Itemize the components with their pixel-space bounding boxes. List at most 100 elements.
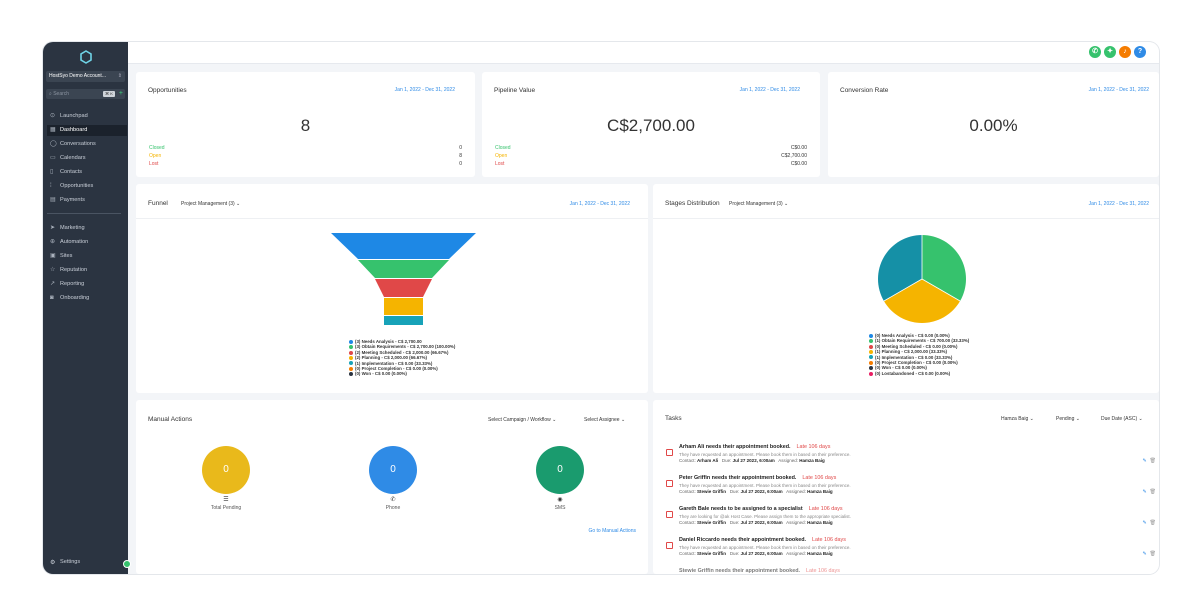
date-range-link[interactable]: Jan 1, 2022 - Dec 31, 2022 [395, 87, 455, 93]
phone-count[interactable]: 0 [369, 446, 417, 494]
sidebar-item-onboarding[interactable]: ◙ Onboarding [47, 293, 127, 304]
sidebar-item-marketing[interactable]: ➤ Marketing [47, 223, 127, 234]
date-range-link[interactable]: Jan 1, 2022 - Dec 31, 2022 [1089, 87, 1149, 93]
pipeline-select[interactable]: Project Management (3) ⌄ [729, 201, 788, 207]
sidebar-item-sites[interactable]: ▣ Sites [47, 251, 127, 262]
task-user-filter[interactable]: Hamza Baig ⌄ [1001, 416, 1034, 422]
task-description: They have requested an appointment. Plea… [679, 483, 851, 488]
sidebar-item-settings[interactable]: ⚙ Settings [47, 559, 80, 566]
account-switcher[interactable]: HostSyo Demo Account... ⇕ [46, 71, 125, 82]
phone-icon: ✆ [390, 497, 396, 503]
trash-icon[interactable]: 🗑 [1150, 489, 1156, 495]
task-title-text: Gareth Bale needs to be assigned to a sp… [679, 506, 803, 512]
task-assignee: Hamza Baig [807, 520, 833, 525]
stat-label: Closed [495, 145, 511, 151]
sidebar-item-label: Conversations [60, 141, 96, 147]
task-title-text: Stewie Griffin needs their appointment b… [679, 568, 801, 574]
total-pending-count[interactable]: 0 [202, 446, 250, 494]
sidebar-item-automation[interactable]: ⊕ Automation [47, 237, 127, 248]
task-title[interactable]: Gareth Bale needs to be assigned to a sp… [679, 506, 843, 512]
pipeline-select-value: Project Management (3) [729, 201, 783, 207]
trash-icon[interactable]: 🗑 [1150, 520, 1156, 526]
task-contact: Stewie Griffin [697, 551, 727, 556]
task-sort-select[interactable]: Due Date (ASC) ⌄ [1101, 416, 1143, 422]
sidebar-item-reputation[interactable]: ☆ Reputation [47, 265, 127, 276]
legend-swatch [869, 355, 873, 360]
notification-bell-icon[interactable]: ♪ [1119, 46, 1131, 58]
stat-closed: Closed C$0.00 [495, 145, 807, 151]
phone-label: Phone [385, 505, 401, 511]
task-title[interactable]: Daniel Riccardo needs their appointment … [679, 537, 846, 543]
pipeline-select[interactable]: Project Management (3) ⌄ [181, 201, 240, 207]
automation-icon: ⊕ [50, 239, 56, 245]
opportunities-count: 8 [300, 116, 311, 135]
help-icon[interactable]: ? [1134, 46, 1146, 58]
sidebar-item-launchpad[interactable]: ⊙ Launchpad [47, 111, 127, 122]
conversion-rate-card: Conversion Rate Jan 1, 2022 - Dec 31, 20… [828, 72, 1159, 177]
task-title[interactable]: Peter Griffin needs their appointment bo… [679, 475, 836, 481]
search-shortcut: ⌘ K [103, 91, 115, 97]
legend-label: (0) Meeting Scheduled - C$ 0.00 (0.00%) [875, 343, 958, 349]
card-title: Pipeline Value [494, 87, 536, 94]
task-description: They have requested an appointment. Plea… [679, 452, 851, 457]
sidebar-item-label: Sites [60, 253, 73, 259]
trash-icon[interactable]: 🗑 [1150, 551, 1156, 557]
task-description: They have requested an appointment. Plea… [679, 545, 851, 550]
account-name: HostSyo Demo Account... [49, 73, 106, 79]
sms-count[interactable]: 0 [536, 446, 584, 494]
assignee-select[interactable]: Select Assignee ⌄ [584, 417, 625, 423]
date-range-link[interactable]: Jan 1, 2022 - Dec 31, 2022 [1089, 201, 1149, 207]
date-range-link[interactable]: Jan 1, 2022 - Dec 31, 2022 [740, 87, 800, 93]
legend-swatch [349, 372, 353, 377]
task-user-filter-value: Hamza Baig [1001, 416, 1029, 422]
sidebar-item-payments[interactable]: ▤ Payments [47, 195, 127, 206]
due-label: Due: [729, 520, 740, 525]
task-checkbox[interactable] [666, 480, 673, 487]
edit-icon[interactable]: ✎ [1142, 520, 1146, 526]
edit-icon[interactable]: ✎ [1142, 458, 1146, 464]
date-range-link[interactable]: Jan 1, 2022 - Dec 31, 2022 [570, 201, 630, 207]
search-input[interactable]: ⌕ Search ⌘ K + [46, 89, 125, 99]
sidebar-item-reporting[interactable]: ↗ Reporting [47, 279, 127, 290]
search-placeholder: Search [53, 91, 70, 97]
quick-add-icon[interactable]: + [119, 89, 123, 99]
onboarding-icon: ◙ [50, 295, 54, 301]
legend-swatch [869, 339, 873, 344]
stages-pie-chart [878, 235, 966, 323]
campaign-select[interactable]: Select Campaign / Workflow ⌄ [488, 417, 556, 423]
task-late-badge: Late 106 days [802, 475, 837, 481]
trash-icon[interactable]: 🗑 [1150, 458, 1156, 464]
funnel-stage-meeting-scheduled [375, 279, 432, 297]
legend-swatch [349, 339, 353, 344]
edit-icon[interactable]: ✎ [1142, 551, 1146, 557]
funnel-stage-planning [384, 298, 423, 315]
sidebar-item-calendars[interactable]: ▭ Calendars [47, 153, 127, 164]
chevron-down-icon: ⌄ [1075, 416, 1080, 422]
task-checkbox[interactable] [666, 511, 673, 518]
chart-icon: ↗ [50, 281, 56, 287]
legend-label: (3) Needs Analysis - C$ 2,700.00 [355, 339, 422, 344]
sidebar-item-dashboard[interactable]: ▦ Dashboard [47, 125, 127, 136]
stat-open: Open C$2,700.00 [495, 153, 807, 159]
megaphone-icon[interactable]: ✦ [1104, 46, 1116, 58]
due-label: Due: [721, 458, 732, 463]
sidebar-item-conversations[interactable]: ◯ Conversations [47, 139, 127, 150]
task-due: Jul 27 2022, 6:00am [732, 458, 775, 463]
sidebar-item-contacts[interactable]: ▯ Contacts [47, 167, 127, 178]
sidebar-item-opportunities[interactable]: ⁞ Opportunities [47, 181, 127, 192]
task-item: Arham Ali needs their appointment booked… [666, 444, 1156, 475]
edit-icon[interactable]: ✎ [1142, 489, 1146, 495]
sidebar-divider [47, 213, 121, 214]
task-title-text: Arham Ali needs their appointment booked… [679, 444, 791, 450]
task-checkbox[interactable] [666, 449, 673, 456]
stat-value: C$2,700.00 [781, 153, 807, 159]
stat-value: 8 [459, 153, 462, 159]
task-status-filter[interactable]: Pending ⌄ [1056, 416, 1080, 422]
phone-icon[interactable]: ✆ [1089, 46, 1101, 58]
sidebar-item-label: Marketing [60, 225, 85, 231]
task-title[interactable]: Stewie Griffin needs their appointment b… [679, 568, 840, 574]
dashboard-icon: ▦ [50, 127, 56, 133]
task-title[interactable]: Arham Ali needs their appointment booked… [679, 444, 830, 450]
task-checkbox[interactable] [666, 542, 673, 549]
go-to-manual-actions-link[interactable]: Go to Manual Actions [588, 528, 636, 534]
